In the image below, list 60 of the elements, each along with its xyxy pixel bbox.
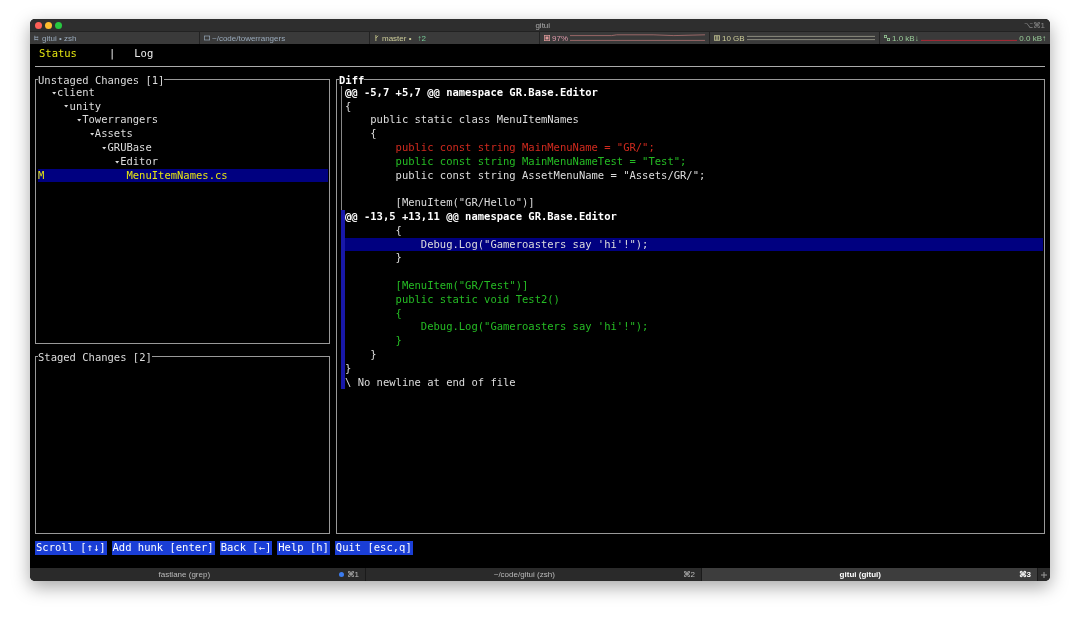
tab-separator: | (108, 47, 116, 61)
diff-line: Debug.Log("Gameroasters say 'hi'!"); (419, 320, 650, 335)
diff-line: [MenuItem("GR/Test")] (394, 278, 530, 293)
zoom-icon[interactable] (55, 21, 62, 29)
diff-line: public const string MainMenuName = "GR/"; (394, 141, 656, 155)
panel-title: Diff (339, 73, 365, 86)
diff-line: \ No newline at end of file (345, 375, 517, 390)
close-icon[interactable] (35, 21, 42, 29)
folder-row[interactable]: Towerrangers (38, 113, 328, 128)
window-title: gitui (534, 20, 552, 30)
terminal-tab[interactable]: fastlane (grep) ⌘1 (30, 568, 366, 581)
cpu-usage: 97% (552, 33, 568, 43)
key-hint-button[interactable]: Scroll [↑↓] (35, 540, 107, 555)
folder-row[interactable]: Assets (38, 127, 328, 141)
memory-icon (714, 35, 720, 41)
diff-line: public const string AssetMenuName = "Assets/GR/"; (394, 168, 707, 183)
session-name: gitui • zsh (42, 33, 77, 43)
key-hint-button[interactable]: Back [←] (219, 540, 273, 555)
terminal-tab[interactable]: gitui (gitui) ⌘3 (702, 568, 1038, 581)
network-icon (884, 35, 890, 41)
minimize-icon[interactable] (45, 21, 52, 29)
diff-line: } (394, 334, 403, 348)
diff-line: public static void Test2() (394, 292, 561, 307)
diff-line: @@ -5,7 +5,7 @@ namespace GR.Base.Editor (345, 85, 599, 100)
diff-line: @@ -13,5 +13,11 @@ namespace GR.Base.Editor (345, 209, 618, 224)
folder-row[interactable]: unity (38, 99, 328, 114)
new-tab-icon[interactable] (1040, 570, 1048, 579)
view-tab[interactable]: Log (134, 47, 154, 61)
tree-icon (34, 35, 40, 41)
diff-line: public const string MainMenuNameTest = "Test"; (394, 154, 688, 169)
diff-line: public static class MenuItemNames (369, 113, 580, 128)
diff-line: } (369, 347, 378, 362)
diff-line: { (394, 306, 403, 321)
upload-rate: 0.0 kB↑ (1019, 33, 1046, 43)
download-rate: 1.0 kB↓ (892, 33, 919, 43)
window-shortcut: ⌥⌘1 (1023, 20, 1045, 30)
diff-line: { (345, 99, 353, 114)
key-hint-button[interactable]: Help [h] (277, 540, 330, 555)
branch-name: master • (382, 33, 412, 43)
file-row[interactable]: M MenuItemNames.cs (38, 168, 328, 183)
current-path: ~/code/towerrangers (212, 33, 286, 43)
view-tab[interactable]: Status (39, 47, 77, 61)
diff-line: { (394, 223, 403, 238)
ahead-count: ↑2 (417, 33, 426, 43)
diff-hunk[interactable] (341, 209, 1043, 390)
folder-row[interactable]: GRUBase (38, 141, 328, 155)
folder-row[interactable]: client (38, 85, 328, 100)
cpu-icon (544, 35, 550, 41)
diff-line: { (369, 127, 378, 141)
key-hint-button[interactable]: Quit [esc,q] (334, 540, 413, 555)
panel-title: Staged Changes [2] (38, 350, 152, 363)
activity-dot-icon (338, 572, 344, 577)
diff-line: [MenuItem("GR/Hello")] (394, 196, 536, 210)
memory-usage: 10 GB (722, 33, 745, 43)
diff-line: } (345, 361, 353, 376)
branch-icon (374, 35, 380, 41)
folder-row[interactable]: Editor (38, 154, 328, 169)
panel-title: Unstaged Changes [1] (38, 73, 165, 86)
diff-line: } (394, 251, 403, 266)
key-hint-button[interactable]: Add hunk [enter] (111, 540, 215, 555)
